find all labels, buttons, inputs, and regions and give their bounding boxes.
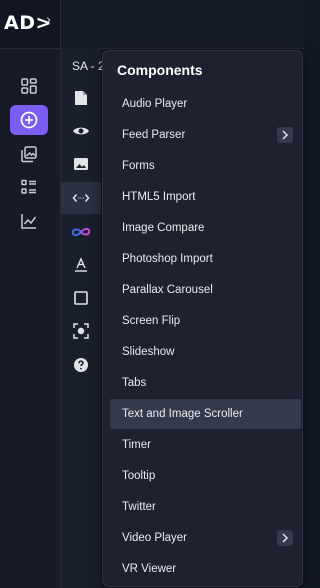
menu-item-vr-viewer[interactable]: VR Viewer (110, 554, 301, 584)
media-library-icon[interactable] (10, 139, 48, 169)
menu-item-label: Slideshow (122, 346, 175, 358)
menu-item-twitter[interactable]: Twitter (110, 492, 301, 522)
menu-item-label: Tabs (122, 377, 147, 389)
tool-column (61, 48, 101, 588)
top-bar (61, 0, 304, 49)
menu-item-label: Feed Parser (122, 129, 186, 141)
image-icon[interactable] (61, 148, 101, 180)
eye-icon[interactable] (61, 115, 101, 147)
expand-chevron-icon[interactable]: › (46, 13, 51, 28)
list-icon[interactable] (10, 172, 48, 202)
document-title: SA - 2 (72, 59, 105, 73)
menu-item-label: VR Viewer (122, 563, 177, 575)
menu-item-audio-player[interactable]: Audio Player (110, 89, 301, 119)
menu-item-tooltip[interactable]: Tooltip (110, 461, 301, 491)
menu-item-feed-parser[interactable]: Feed Parser (110, 120, 301, 150)
menu-item-screen-flip[interactable]: Screen Flip (110, 306, 301, 336)
menu-item-parallax-carousel[interactable]: Parallax Carousel (110, 275, 301, 305)
menu-item-slideshow[interactable]: Slideshow (110, 337, 301, 367)
code-arrows-icon[interactable] (61, 182, 101, 214)
menu-item-video-player[interactable]: Video Player (110, 523, 301, 553)
dashboard-icon[interactable] (10, 71, 48, 101)
menu-item-label: Audio Player (122, 98, 188, 110)
menu-item-label: Forms (122, 160, 155, 172)
app-logo[interactable]: AD> › (0, 0, 60, 49)
menu-item-label: Timer (122, 439, 151, 451)
file-icon[interactable] (61, 82, 101, 114)
menu-item-label: Screen Flip (122, 315, 181, 327)
infinity-icon[interactable] (61, 216, 101, 248)
components-menu: Components Audio Player Feed Parser Form… (102, 50, 303, 587)
chevron-right-icon[interactable] (277, 127, 293, 143)
menu-item-photoshop-import[interactable]: Photoshop Import (110, 244, 301, 274)
menu-item-label: Photoshop Import (122, 253, 213, 265)
menu-item-label: Video Player (122, 532, 187, 544)
analytics-icon[interactable] (10, 206, 48, 236)
menu-item-text-and-image-scroller[interactable]: Text and Image Scroller (110, 399, 301, 429)
screenshot-focus-icon[interactable] (61, 315, 101, 347)
left-rail: AD> › (0, 0, 61, 588)
menu-item-image-compare[interactable]: Image Compare (110, 213, 301, 243)
text-style-icon[interactable] (61, 249, 101, 281)
menu-item-forms[interactable]: Forms (110, 151, 301, 181)
menu-item-label: Parallax Carousel (122, 284, 213, 296)
add-circle-icon[interactable] (10, 105, 48, 135)
menu-item-label: Image Compare (122, 222, 205, 234)
chevron-right-icon[interactable] (277, 530, 293, 546)
menu-item-label: Tooltip (122, 470, 156, 482)
square-icon[interactable] (61, 282, 101, 314)
menu-heading: Components (117, 62, 203, 78)
menu-item-tabs[interactable]: Tabs (110, 368, 301, 398)
help-icon[interactable] (61, 349, 101, 381)
menu-item-timer[interactable]: Timer (110, 430, 301, 460)
menu-item-label: HTML5 Import (122, 191, 196, 203)
menu-item-html5-import[interactable]: HTML5 Import (110, 182, 301, 212)
menu-item-label: Twitter (122, 501, 156, 513)
menu-item-label: Text and Image Scroller (122, 408, 243, 420)
logo-text: AD> (4, 12, 52, 34)
